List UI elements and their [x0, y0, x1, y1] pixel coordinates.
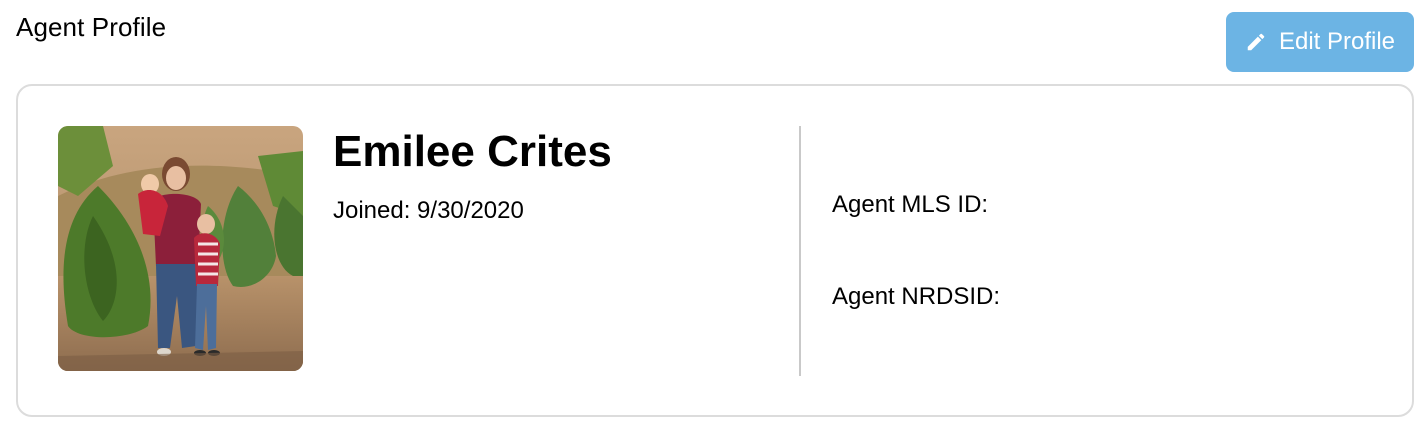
- edit-profile-label: Edit Profile: [1278, 28, 1396, 55]
- agent-nrdsid-label: Agent NRDSID:: [832, 283, 1001, 310]
- agent-name: Emilee Crites: [333, 127, 612, 176]
- agent-profile-card: Emilee Crites Joined: 9/30/2020 Agent ML…: [16, 84, 1414, 417]
- edit-profile-button[interactable]: Edit Profile: [1226, 12, 1414, 72]
- pencil-icon: [1245, 31, 1267, 53]
- agent-mls-id-label: Agent MLS ID:: [832, 191, 989, 218]
- agent-photo: [58, 126, 303, 371]
- joined-date: Joined: 9/30/2020: [333, 197, 524, 224]
- divider: [799, 126, 801, 376]
- page-title: Agent Profile: [16, 12, 167, 42]
